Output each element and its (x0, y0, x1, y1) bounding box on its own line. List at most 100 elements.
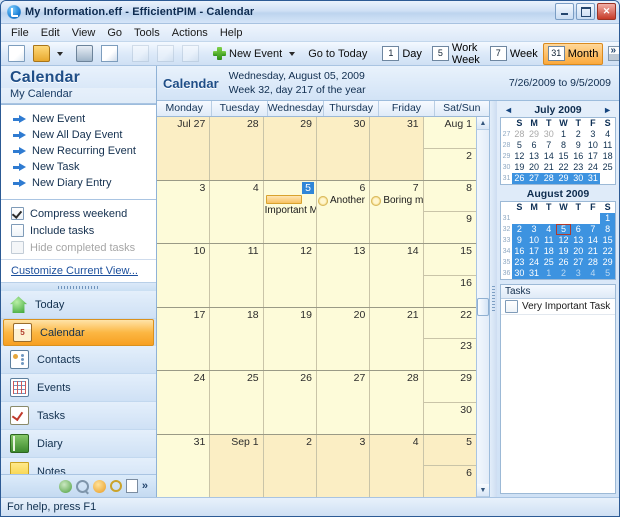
mini-day[interactable]: 9 (512, 235, 527, 246)
mini-day[interactable]: 11 (541, 235, 557, 246)
event-item[interactable]: Boring me (370, 195, 423, 207)
event-item[interactable]: Important Me (264, 205, 316, 217)
menu-item-go[interactable]: Go (101, 26, 128, 40)
mini-day[interactable]: 2 (556, 268, 571, 279)
mini-day[interactable]: 5 (600, 268, 615, 279)
day-cell[interactable]: 26 (263, 371, 317, 434)
mini-day[interactable]: 3 (570, 268, 586, 279)
sidebar-item-today[interactable]: Today (1, 291, 156, 320)
day-cell[interactable]: 3 (316, 434, 371, 497)
day-cell[interactable]: 31 (370, 117, 424, 180)
mini-day[interactable]: 11 (600, 140, 615, 151)
contacts-mini-icon[interactable] (92, 479, 106, 493)
new-event-dropdown-icon[interactable] (289, 51, 296, 56)
mini-day[interactable]: 29 (600, 257, 615, 268)
mini-day[interactable]: 3 (526, 224, 542, 235)
mini-day[interactable]: 14 (541, 151, 556, 162)
day-cell[interactable]: 2 (423, 148, 476, 180)
option-include-tasks[interactable]: Include tasks (1, 222, 156, 239)
action-new-recurring-event[interactable]: New Recurring Event (1, 143, 156, 159)
view-work-week-button[interactable]: 5 Work Week (427, 42, 485, 66)
option-compress-weekend[interactable]: Compress weekend (1, 205, 156, 222)
day-cell[interactable]: 23 (423, 339, 476, 370)
sidebar-item-contacts[interactable]: Contacts (1, 346, 156, 375)
mini-day[interactable]: 8 (600, 224, 615, 235)
scrollbar-track[interactable] (477, 316, 489, 484)
mini-day[interactable]: 27 (526, 173, 542, 184)
right-pane-splitter[interactable] (490, 101, 497, 497)
mini-day[interactable]: 13 (570, 235, 586, 246)
day-cell[interactable]: 4 (210, 180, 264, 243)
mini-day[interactable]: 12 (512, 151, 527, 162)
toolbar-overflow-icon[interactable]: » (610, 45, 616, 56)
task-checkbox-icon[interactable] (505, 300, 518, 313)
mini-day[interactable]: 4 (600, 129, 615, 140)
mini-day[interactable] (512, 213, 527, 224)
scrollbar-track[interactable] (477, 130, 489, 298)
pane-grip-handle[interactable] (1, 282, 156, 292)
new-button[interactable] (4, 43, 29, 64)
mini-day[interactable]: 16 (512, 246, 527, 257)
action-new-all-day-event[interactable]: New All Day Event (1, 127, 156, 143)
scrollbar-thumb[interactable] (477, 298, 489, 316)
view-week-button[interactable]: 7 Week (485, 43, 543, 65)
day-cell[interactable]: 4 (370, 434, 424, 497)
mini-day[interactable]: 13 (527, 151, 542, 162)
view-day-button[interactable]: 1 Day (377, 43, 427, 65)
menu-item-actions[interactable]: Actions (166, 26, 214, 40)
mini-day[interactable]: 17 (526, 246, 542, 257)
event-item[interactable]: Another (317, 195, 369, 207)
mini-day[interactable]: 25 (600, 162, 615, 173)
maximize-button[interactable] (576, 3, 595, 20)
mini-day[interactable]: 2 (512, 224, 527, 235)
day-cell[interactable]: 18 (210, 307, 264, 370)
mini-day[interactable]: 16 (571, 151, 586, 162)
today-mini-icon[interactable] (58, 479, 72, 493)
all-day-event-bar[interactable] (265, 194, 302, 204)
day-cell[interactable]: 14 (370, 244, 424, 307)
sidebar-item-notes[interactable]: Notes (1, 458, 156, 474)
go-to-today-button[interactable]: Go to Today (304, 43, 371, 64)
task-list-item[interactable]: Very Important Task (501, 299, 615, 315)
view-month-button[interactable]: 31 Month (542, 42, 604, 65)
mini-day[interactable]: 3 (586, 129, 601, 140)
mini-day[interactable] (600, 173, 615, 184)
day-cell[interactable]: 28 (370, 371, 424, 434)
checkbox-icon[interactable] (11, 224, 24, 237)
mini-day[interactable]: 7 (585, 224, 601, 235)
day-cell[interactable]: Sep 1 (210, 434, 264, 497)
day-cell[interactable]: 6 (423, 466, 476, 497)
mini-day[interactable]: 14 (585, 235, 601, 246)
calendar-vertical-scrollbar[interactable]: ▲ ▼ (476, 117, 489, 497)
mini-day[interactable]: 15 (556, 151, 571, 162)
day-cell[interactable]: 28 (210, 117, 264, 180)
mini-day[interactable]: 28 (541, 173, 557, 184)
menu-item-view[interactable]: View (66, 26, 102, 40)
mini-day[interactable]: 22 (600, 246, 615, 257)
day-cell[interactable]: Aug 1 (423, 117, 476, 149)
customize-current-view-link[interactable]: Customize Current View... (11, 265, 138, 277)
sidebar-item-events[interactable]: Events (1, 374, 156, 403)
mini-day[interactable]: 2 (571, 129, 586, 140)
day-cell[interactable]: 30 (423, 402, 476, 434)
checkbox-icon[interactable] (11, 207, 24, 220)
day-cell[interactable]: 9 (423, 212, 476, 243)
mini-day[interactable]: 10 (586, 140, 601, 151)
day-cell[interactable]: 19 (263, 307, 317, 370)
mini-day[interactable]: 20 (527, 162, 542, 173)
mini-day[interactable]: 6 (527, 140, 542, 151)
day-cell[interactable]: 27 (316, 371, 371, 434)
close-button[interactable]: ✕ (597, 3, 616, 20)
scroll-up-button[interactable]: ▲ (477, 117, 489, 130)
mini-day[interactable]: 26 (512, 173, 527, 184)
action-new-diary-entry[interactable]: New Diary Entry (1, 175, 156, 191)
mini-day[interactable]: 27 (570, 257, 586, 268)
mini-day[interactable]: 17 (586, 151, 601, 162)
day-cell[interactable]: 10 (157, 244, 211, 307)
mini-day[interactable]: 30 (541, 129, 556, 140)
more-buttons-icon[interactable]: » (142, 480, 148, 492)
mini-day[interactable]: 26 (556, 257, 571, 268)
day-cell[interactable]: 15 (423, 244, 476, 276)
mini-day[interactable]: 18 (600, 151, 615, 162)
mini-day[interactable]: 4 (541, 224, 557, 235)
